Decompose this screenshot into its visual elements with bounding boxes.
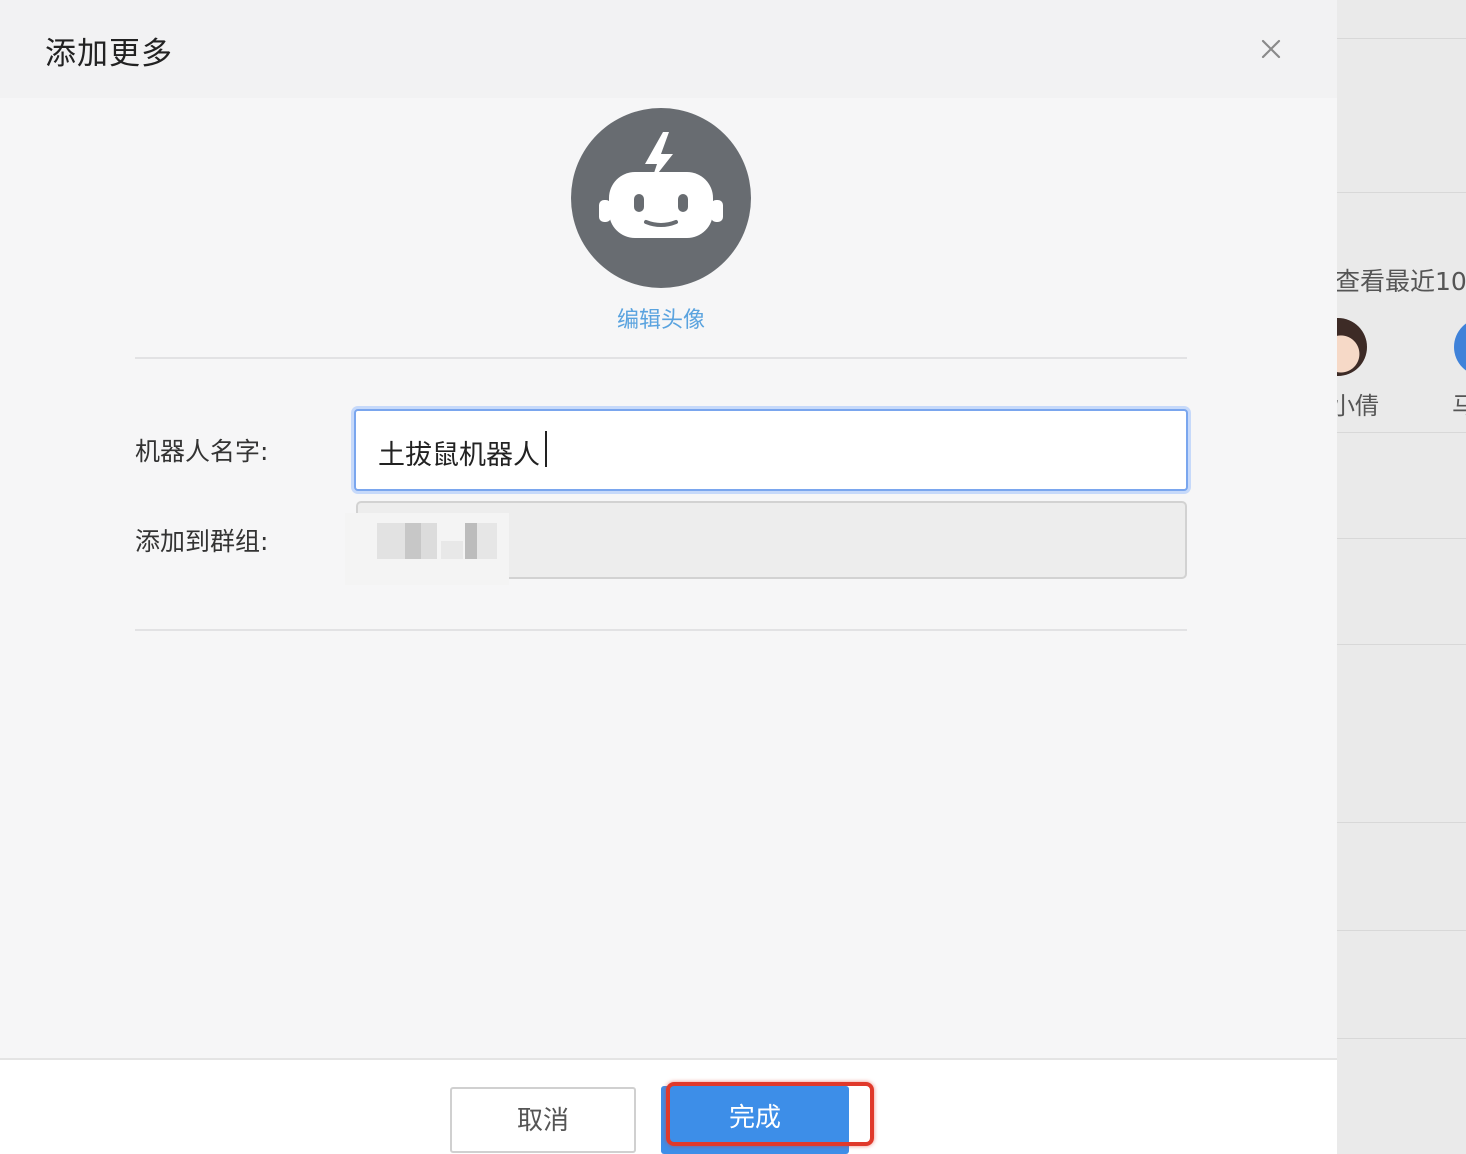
bg-contact-name: 马	[1452, 392, 1466, 420]
background-page: 查看最近100 小倩 马	[1337, 0, 1466, 1154]
bg-contact-avatar	[1337, 318, 1367, 376]
bg-divider	[1337, 644, 1466, 645]
cancel-button[interactable]: 取消	[450, 1087, 636, 1153]
bg-divider	[1337, 38, 1466, 39]
section-divider	[135, 357, 1187, 359]
bg-contact-name: 小倩	[1337, 392, 1379, 420]
robot-avatar-icon	[571, 108, 751, 288]
dialog-title: 添加更多	[45, 36, 173, 72]
dialog-header: 添加更多	[0, 0, 1337, 98]
text-caret	[545, 431, 547, 467]
robot-avatar[interactable]	[571, 108, 751, 288]
bg-divider	[1337, 538, 1466, 539]
close-button[interactable]	[1252, 30, 1290, 68]
bg-divider	[1337, 822, 1466, 823]
robot-name-input[interactable]: 土拔鼠机器人	[354, 409, 1188, 491]
edit-avatar-link[interactable]: 编辑头像	[561, 302, 761, 334]
section-divider	[135, 629, 1187, 631]
group-label: 添加到群组:	[135, 527, 269, 556]
close-icon	[1261, 39, 1281, 59]
done-button[interactable]: 完成	[661, 1086, 849, 1154]
bg-recent-hint: 查看最近100	[1337, 267, 1466, 296]
bg-divider	[1337, 930, 1466, 931]
bg-divider	[1337, 192, 1466, 193]
bg-divider	[1337, 1038, 1466, 1039]
robot-name-value: 土拔鼠机器人	[378, 440, 540, 471]
redacted-group-name	[345, 503, 509, 585]
bg-divider	[1337, 432, 1466, 433]
bg-contact-avatar	[1454, 318, 1466, 376]
add-more-dialog: 添加更多 编辑头像 机器人名字: 土拔鼠机器人 添加到群组: 取消 完成	[0, 0, 1337, 1154]
robot-name-label: 机器人名字:	[135, 437, 269, 466]
